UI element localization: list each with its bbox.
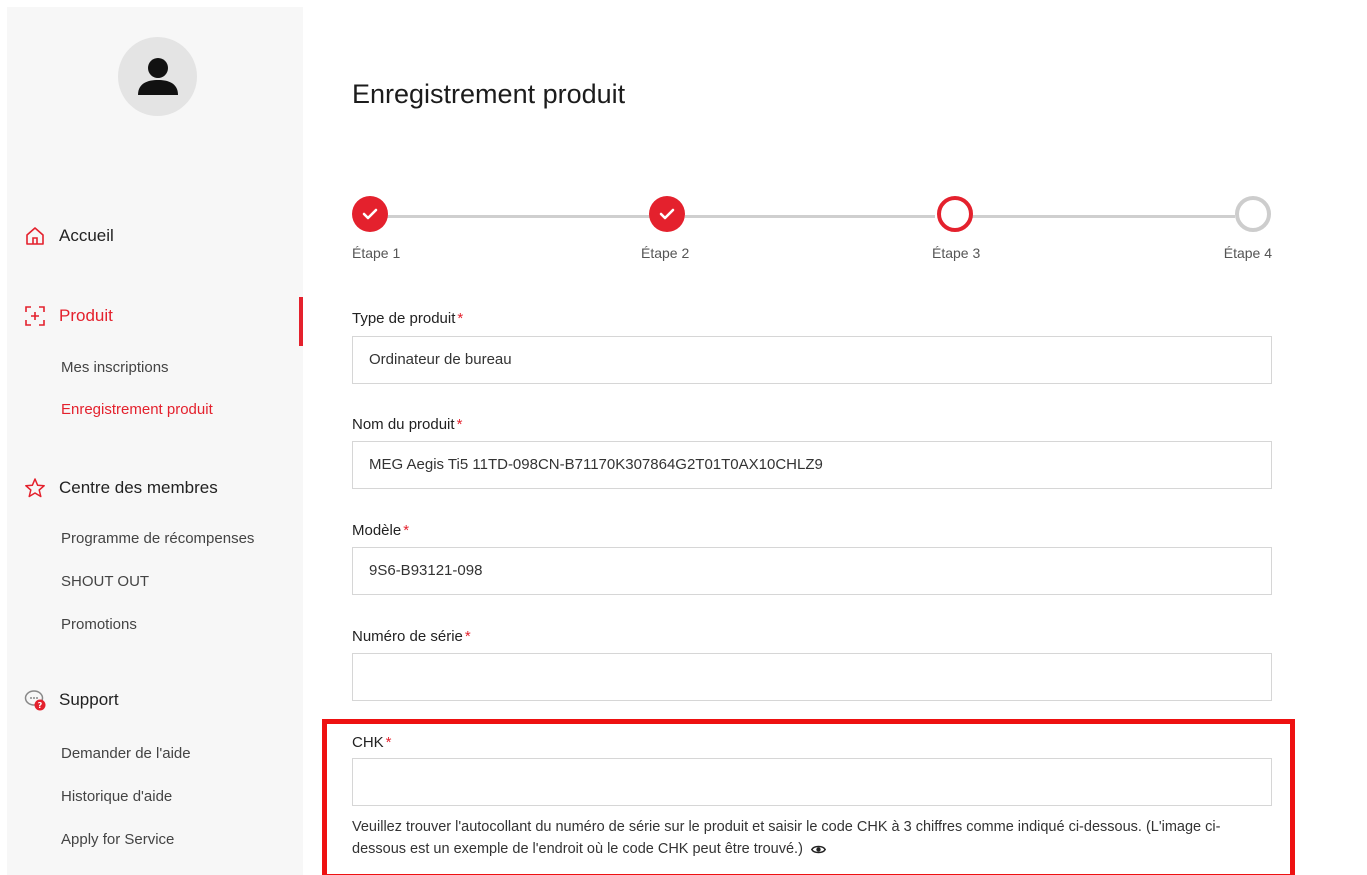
chk-input[interactable] xyxy=(352,758,1272,806)
product-name-label: Nom du produit * xyxy=(352,416,462,433)
sidebar: Accueil Produit Mes inscriptions Enregis… xyxy=(7,7,303,875)
sidebar-subitem-programme-recompenses[interactable]: Programme de récompenses xyxy=(61,530,254,547)
product-type-field[interactable]: Ordinateur de bureau xyxy=(352,336,1272,384)
step-2-label: Étape 2 xyxy=(641,245,690,261)
eye-icon[interactable] xyxy=(810,844,826,855)
sidebar-subitem-promotions[interactable]: Promotions xyxy=(61,616,137,633)
product-name-label-text: Nom du produit xyxy=(352,416,455,433)
support-chat-icon: ? xyxy=(24,690,46,711)
step-connector xyxy=(970,215,1235,218)
required-marker: * xyxy=(464,628,471,645)
step-2-indicator xyxy=(649,196,685,232)
required-marker: * xyxy=(457,310,464,327)
sidebar-item-produit[interactable]: Produit xyxy=(7,297,303,346)
step-connector xyxy=(382,215,654,218)
product-type-label-text: Type de produit xyxy=(352,310,456,327)
model-label: Modèle * xyxy=(352,522,409,539)
step-connector xyxy=(685,215,935,218)
serial-number-input[interactable] xyxy=(352,653,1272,701)
serial-number-label-text: Numéro de série xyxy=(352,628,463,645)
check-icon xyxy=(362,208,378,220)
active-indicator xyxy=(299,297,303,346)
model-label-text: Modèle xyxy=(352,522,402,539)
sidebar-subitem-apply-for-service[interactable]: Apply for Service xyxy=(61,831,174,848)
required-marker: * xyxy=(385,734,392,751)
step-3-label: Étape 3 xyxy=(932,245,981,261)
check-icon xyxy=(659,208,675,220)
product-icon xyxy=(25,306,45,326)
model-field[interactable]: 9S6-B93121-098 xyxy=(352,547,1272,595)
step-1-indicator xyxy=(352,196,388,232)
chk-hint-text: Veuillez trouver l'autocollant du numéro… xyxy=(352,819,1221,857)
required-marker: * xyxy=(403,522,410,539)
product-name-field[interactable]: MEG Aegis Ti5 11TD-098CN-B71170K307864G2… xyxy=(352,441,1272,489)
chk-label-text: CHK xyxy=(352,734,384,751)
user-icon xyxy=(138,58,178,95)
chk-label: CHK * xyxy=(352,734,392,751)
sidebar-subitem-enregistrement-produit[interactable]: Enregistrement produit xyxy=(61,401,213,418)
sidebar-item-support[interactable]: ? Support xyxy=(7,685,303,715)
sidebar-subitem-mes-inscriptions[interactable]: Mes inscriptions xyxy=(61,359,169,376)
sidebar-subitem-shout-out[interactable]: SHOUT OUT xyxy=(61,573,149,590)
home-icon xyxy=(26,227,44,245)
sidebar-subitem-historique-aide[interactable]: Historique d'aide xyxy=(61,788,172,805)
required-marker: * xyxy=(456,416,463,433)
avatar[interactable] xyxy=(118,37,197,116)
serial-number-label: Numéro de série * xyxy=(352,628,471,645)
step-3-indicator xyxy=(937,196,973,232)
step-4-indicator xyxy=(1235,196,1271,232)
registration-stepper: Étape 1 Étape 2 Étape 3 Étape 4 xyxy=(352,196,1272,266)
product-type-label: Type de produit * xyxy=(352,310,463,327)
chk-hint: Veuillez trouver l'autocollant du numéro… xyxy=(352,816,1272,860)
page-title: Enregistrement produit xyxy=(352,79,626,109)
step-4-label: Étape 4 xyxy=(1223,245,1272,261)
sidebar-item-centre-des-membres[interactable]: Centre des membres xyxy=(7,473,303,503)
star-icon xyxy=(25,478,45,498)
step-1-label: Étape 1 xyxy=(352,245,401,261)
sidebar-item-accueil[interactable]: Accueil xyxy=(7,221,303,251)
sidebar-item-label: Produit xyxy=(59,306,113,325)
sidebar-item-label: Accueil xyxy=(59,226,114,245)
sidebar-item-label: Support xyxy=(59,690,119,709)
svg-text:?: ? xyxy=(38,701,43,710)
sidebar-item-label: Centre des membres xyxy=(59,478,218,497)
sidebar-subitem-demander-aide[interactable]: Demander de l'aide xyxy=(61,745,191,762)
